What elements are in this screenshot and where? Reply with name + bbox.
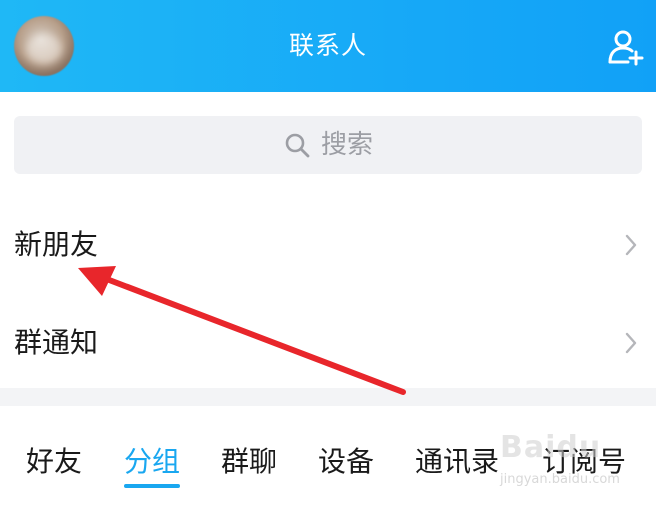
section-divider: [0, 388, 656, 406]
search-icon: [285, 133, 310, 158]
chevron-right-icon: [625, 234, 637, 256]
add-contact-icon[interactable]: [606, 28, 646, 68]
list-item-label: 新朋友: [14, 228, 99, 261]
tab-friends[interactable]: 好友: [26, 442, 82, 482]
chevron-right-icon: [625, 332, 637, 354]
tab-groups[interactable]: 分组: [124, 442, 180, 482]
search-placeholder: 搜索: [320, 130, 373, 160]
active-tab-indicator: [124, 484, 180, 488]
tab-devices[interactable]: 设备: [318, 442, 374, 482]
watermark-logo: Baidu: [500, 430, 602, 465]
watermark-url: jingyan.baidu.com: [500, 472, 620, 487]
tab-address-book[interactable]: 通讯录: [415, 442, 499, 482]
page-title: 联系人: [288, 31, 367, 60]
watermark: Baidu jingyan.baidu.com: [500, 430, 650, 500]
header-bar: 联系人: [0, 0, 656, 92]
list-item-group-notifications[interactable]: 群通知: [0, 295, 656, 391]
list-item-label: 群通知: [14, 326, 99, 359]
search-bar[interactable]: 搜索: [14, 116, 642, 174]
tab-group-chats[interactable]: 群聊: [221, 442, 277, 482]
list-item-new-friends[interactable]: 新朋友: [0, 197, 656, 293]
